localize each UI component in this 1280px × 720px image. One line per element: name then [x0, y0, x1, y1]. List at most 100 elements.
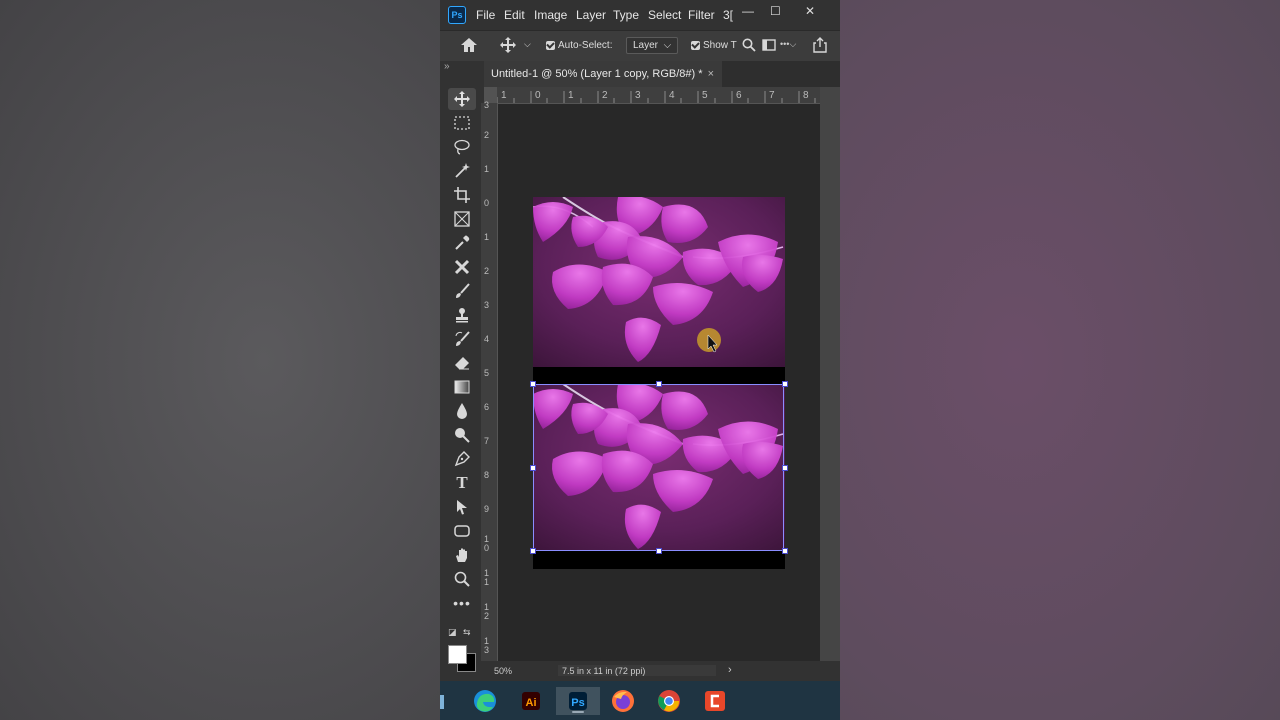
close-tab-icon[interactable]: × — [708, 61, 714, 87]
document-info[interactable]: 7.5 in x 11 in (72 ppi) — [558, 665, 716, 676]
menu-edit[interactable]: Edit — [504, 8, 525, 22]
illustrator-icon[interactable]: Ai — [517, 687, 545, 715]
clone-stamp-icon[interactable] — [448, 304, 476, 326]
show-transform-label: Show T — [703, 40, 737, 51]
ruler-label: 2 — [602, 90, 608, 101]
menu-filter[interactable]: Filter — [688, 8, 715, 22]
svg-text:Ai: Ai — [526, 697, 537, 709]
transform-handle[interactable] — [782, 381, 788, 387]
gradient-tool-icon[interactable] — [448, 376, 476, 398]
transform-handle[interactable] — [530, 381, 536, 387]
document-tab[interactable]: Untitled-1 @ 50% (Layer 1 copy, RGB/8#) … — [484, 61, 722, 87]
workspace-icon[interactable] — [762, 39, 776, 54]
menu-image[interactable]: Image — [534, 8, 567, 22]
frame-tool-icon[interactable] — [448, 208, 476, 230]
move-tool-preset-icon[interactable] — [500, 37, 516, 56]
transform-handle[interactable] — [656, 381, 662, 387]
transform-handle[interactable] — [530, 548, 536, 554]
pen-tool-icon[interactable] — [448, 448, 476, 470]
chrome-icon[interactable] — [655, 687, 683, 715]
expand-panel-icon[interactable]: » — [444, 61, 450, 72]
brush-tool-icon[interactable] — [448, 280, 476, 302]
close-window-button[interactable]: ✕ — [805, 4, 815, 18]
windows-taskbar: Ai Ps — [440, 681, 840, 720]
magic-wand-icon[interactable] — [448, 160, 476, 182]
rectangle-shape-icon[interactable] — [448, 520, 476, 542]
chevron-down-icon[interactable]: ⌵ — [524, 39, 531, 50]
layer-dropdown-value: Layer — [633, 40, 659, 51]
share-icon[interactable] — [812, 37, 828, 56]
layer-dropdown[interactable]: Layer ⌵ — [626, 37, 679, 54]
status-arrow-icon[interactable]: › — [728, 664, 732, 676]
dodge-tool-icon[interactable] — [448, 424, 476, 446]
menu-type[interactable]: Type — [613, 8, 639, 22]
path-selection-icon[interactable] — [448, 496, 476, 518]
home-icon[interactable] — [460, 37, 478, 56]
ruler-label: 0 — [484, 198, 490, 208]
transform-handle[interactable] — [782, 465, 788, 471]
auto-select-checkbox[interactable]: Auto-Select: — [546, 40, 612, 51]
camtasia-icon[interactable] — [701, 687, 729, 715]
blur-tool-icon[interactable] — [448, 400, 476, 422]
menu-layer[interactable]: Layer — [576, 8, 606, 22]
active-indicator — [572, 711, 584, 713]
firefox-icon[interactable] — [609, 687, 637, 715]
menu-3d[interactable]: 3[D] — [723, 8, 733, 22]
ruler-label: 3 — [635, 90, 641, 101]
share-options-icon[interactable]: •••⌵ — [780, 39, 796, 50]
default-colors-icon[interactable]: ◪ — [448, 627, 457, 638]
ruler-label: 5 — [702, 90, 708, 101]
zoom-level[interactable]: 50% — [494, 666, 512, 676]
search-icon[interactable] — [742, 38, 756, 55]
ruler-label: 8 — [803, 90, 809, 101]
hand-tool-icon[interactable] — [448, 544, 476, 566]
menu-file[interactable]: File — [476, 8, 495, 22]
swap-colors-icon[interactable]: ⇆ — [463, 627, 471, 638]
foreground-color-swatch[interactable] — [448, 645, 467, 664]
photoshop-logo-icon[interactable]: Ps — [448, 6, 466, 24]
healing-brush-icon[interactable] — [448, 256, 476, 278]
type-tool-icon[interactable]: T — [448, 472, 476, 494]
marquee-tool-icon[interactable] — [448, 112, 476, 134]
transform-handle[interactable] — [656, 548, 662, 554]
background-blur-right — [840, 0, 1280, 720]
transform-bounding-box[interactable] — [533, 384, 784, 551]
move-tool-icon[interactable] — [448, 88, 476, 110]
zoom-tool-icon[interactable] — [448, 568, 476, 590]
eraser-icon[interactable] — [448, 352, 476, 374]
vertical-ruler: 3 2 1 0 1 2 3 4 5 6 7 8 9 1 0 1 1 1 2 1 … — [481, 100, 498, 661]
transform-handle[interactable] — [782, 548, 788, 554]
transform-handle[interactable] — [530, 465, 536, 471]
checkbox-checked-icon — [691, 40, 700, 50]
ruler-label: 1 — [484, 164, 490, 174]
svg-text:Ps: Ps — [571, 697, 584, 709]
auto-select-label: Auto-Select: — [558, 40, 613, 51]
more-tools-icon[interactable]: ••• — [448, 592, 476, 614]
minimize-button[interactable]: — — [742, 4, 754, 18]
checkbox-checked-icon — [546, 40, 555, 50]
show-transform-checkbox[interactable]: Show T — [691, 40, 737, 51]
vertical-scrollbar[interactable] — [820, 87, 840, 681]
maximize-button[interactable]: ☐ — [770, 4, 781, 18]
eyedropper-icon[interactable] — [448, 232, 476, 254]
ruler-label: 1 — [501, 90, 507, 101]
menu-select[interactable]: Select — [648, 8, 681, 22]
ruler-label: 1 3 — [484, 636, 490, 655]
ruler-label: 2 — [484, 266, 490, 276]
photoshop-taskbar-icon[interactable]: Ps — [556, 687, 600, 715]
ruler-label: 4 — [669, 90, 675, 101]
menu-bar: Ps File Edit Image Layer Type Select Fil… — [440, 0, 840, 30]
taskbar-edge-icon — [440, 687, 446, 715]
ruler-label: 1 0 — [484, 534, 490, 553]
ruler-label: 6 — [736, 90, 742, 101]
history-brush-icon[interactable] — [448, 328, 476, 350]
background-blur-left — [0, 0, 440, 720]
ruler-label: 3 — [484, 100, 490, 110]
chevron-down-icon: ⌵ — [663, 40, 672, 51]
horizontal-ruler: 1 0 1 2 3 4 5 6 7 8 — [497, 87, 820, 104]
ruler-label: 2 — [484, 130, 490, 140]
crop-tool-icon[interactable] — [448, 184, 476, 206]
edge-icon[interactable] — [471, 687, 499, 715]
lasso-tool-icon[interactable] — [448, 136, 476, 158]
image-layer-1[interactable] — [533, 197, 785, 367]
